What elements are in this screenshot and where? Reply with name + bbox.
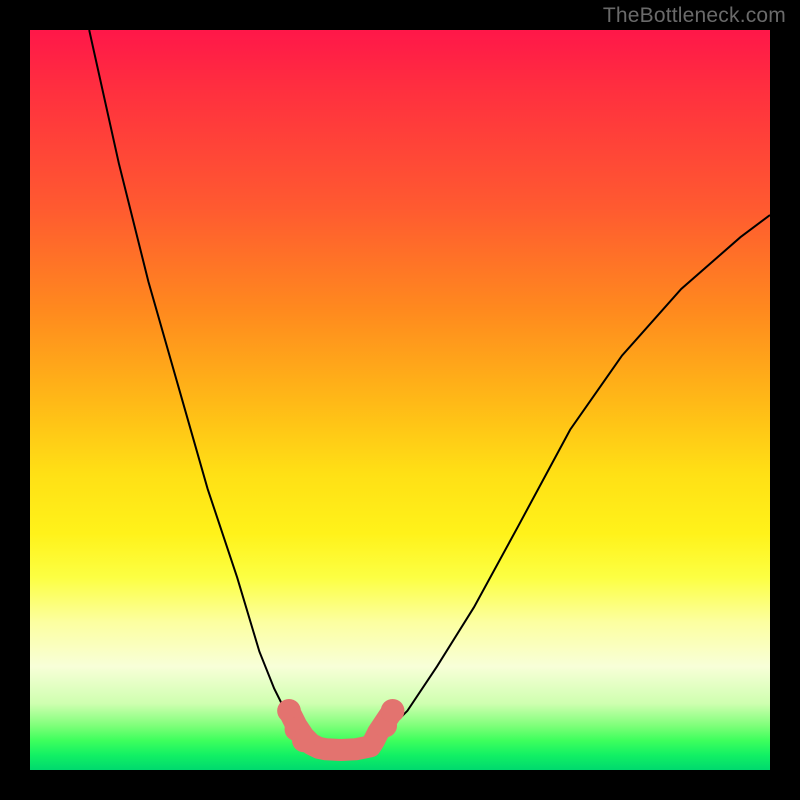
chart-container: TheBottleneck.com bbox=[0, 0, 800, 800]
left-curve bbox=[89, 30, 311, 744]
highlight-dot bbox=[381, 699, 405, 723]
right-curve bbox=[370, 215, 770, 744]
plot-area bbox=[30, 30, 770, 770]
highlight-dot bbox=[292, 729, 316, 753]
watermark-text: TheBottleneck.com bbox=[603, 4, 786, 28]
curve-layer bbox=[30, 30, 770, 770]
